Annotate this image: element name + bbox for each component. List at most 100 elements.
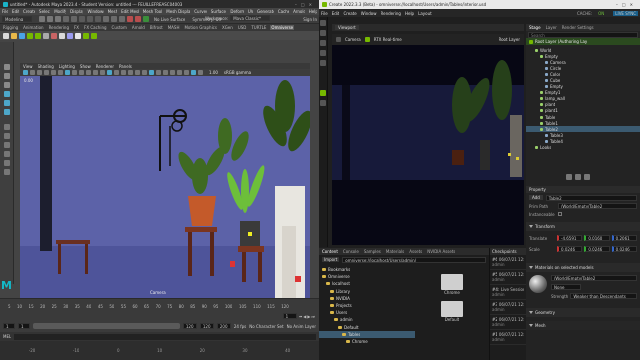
viewport-menu-view[interactable]: View bbox=[23, 64, 33, 69]
shelf-tab-turtle[interactable]: TURTLE bbox=[250, 25, 267, 30]
mode-selector[interactable]: Modeling bbox=[2, 16, 32, 22]
range-start-field[interactable]: 1 bbox=[3, 323, 15, 329]
folder-item[interactable]: Library bbox=[319, 288, 415, 295]
viewport-tool-21-icon[interactable] bbox=[163, 70, 168, 75]
viewport-tool-10-icon[interactable] bbox=[86, 70, 91, 75]
root-layer-row[interactable]: Root Layer (Authoring Lay bbox=[526, 38, 640, 45]
live-surface-label[interactable]: No Live Surface bbox=[154, 17, 185, 22]
create-menu-help[interactable]: Help bbox=[405, 11, 414, 16]
ipr-render-icon[interactable] bbox=[135, 16, 141, 22]
open-scene-icon[interactable] bbox=[47, 16, 53, 22]
viewport-tool-24-icon[interactable] bbox=[184, 70, 189, 75]
range-start2-field[interactable]: 1 bbox=[18, 323, 30, 329]
folder-item[interactable]: admin bbox=[319, 316, 415, 323]
paint-select-icon[interactable] bbox=[3, 82, 10, 88]
settings-icon[interactable] bbox=[336, 37, 341, 42]
menu-mesh[interactable]: Mesh bbox=[108, 9, 118, 14]
menu-windows[interactable]: Windows bbox=[87, 9, 103, 14]
menu-mesh-tools[interactable]: Mesh Tools bbox=[143, 9, 163, 14]
range-max-field[interactable]: 200 bbox=[216, 323, 231, 329]
undo-icon[interactable] bbox=[63, 16, 69, 22]
command-input[interactable] bbox=[14, 333, 316, 340]
viewport-tool-22-icon[interactable] bbox=[170, 70, 175, 75]
menu-display[interactable]: Display bbox=[70, 9, 83, 14]
shelf-tool-9-icon[interactable] bbox=[67, 32, 73, 39]
content-path-field[interactable]: omniverse://localhost/Users/admin/ bbox=[342, 256, 486, 263]
viewport-tool-4-icon[interactable] bbox=[44, 70, 49, 75]
menu-edit[interactable]: Edit bbox=[12, 9, 19, 14]
scale-icon[interactable] bbox=[320, 50, 326, 56]
folder-item[interactable]: Chrome bbox=[319, 338, 415, 345]
shelf-tab-omniverse[interactable]: Omniverse bbox=[270, 25, 295, 30]
viewport-tool-3-icon[interactable] bbox=[37, 70, 42, 75]
viewport-tool-19-icon[interactable] bbox=[149, 70, 154, 75]
playback-buttons-icon[interactable]: ⏮◀▶⏭ bbox=[299, 314, 316, 319]
viewport-tool-9-icon[interactable] bbox=[79, 70, 84, 75]
translate-y[interactable]: 0.0160 bbox=[584, 235, 610, 241]
live-sync-button[interactable]: LIVE SYNC bbox=[613, 10, 638, 16]
colorspace-field[interactable]: sRGB gamma bbox=[224, 70, 251, 75]
viewport-tool-11-icon[interactable] bbox=[93, 70, 98, 75]
scale-z[interactable]: 0.0246 bbox=[611, 246, 637, 252]
content-tab-assets[interactable]: Assets bbox=[409, 249, 422, 254]
play-icon[interactable] bbox=[320, 90, 326, 96]
shelf-tool-6-icon[interactable] bbox=[43, 32, 49, 39]
new-prim-icon[interactable] bbox=[566, 174, 572, 180]
create-viewport[interactable] bbox=[332, 45, 524, 245]
shelf-tool-8-icon[interactable] bbox=[59, 32, 65, 39]
shelf-tab-animation[interactable]: Animation bbox=[22, 25, 44, 30]
menu-modify[interactable]: Modify bbox=[54, 9, 66, 14]
checkpoint-item[interactable]: #6:06/07/21 12:58 PMadmin bbox=[490, 255, 526, 270]
menu-arnold[interactable]: Arnold bbox=[293, 9, 305, 14]
root-layer-button[interactable]: Root Layer bbox=[499, 37, 521, 42]
render-icon[interactable] bbox=[127, 16, 133, 22]
stage-tab-stage[interactable]: Stage bbox=[529, 25, 541, 30]
camera-button[interactable]: Camera bbox=[345, 37, 361, 42]
folder-item[interactable]: Tables bbox=[319, 330, 415, 338]
select-hierarchy-icon[interactable] bbox=[79, 16, 85, 22]
shelf-tool-11-icon[interactable] bbox=[83, 32, 89, 39]
shelf-tool-1-icon[interactable] bbox=[3, 32, 9, 39]
viewport-tool-7-icon[interactable] bbox=[65, 70, 70, 75]
options-icon[interactable] bbox=[584, 174, 590, 180]
viewport-tool-5-icon[interactable] bbox=[51, 70, 56, 75]
shelf-tool-2-icon[interactable] bbox=[11, 32, 17, 39]
range-end2-field[interactable]: 120 bbox=[199, 323, 214, 329]
shelf-tab-arnold[interactable]: Arnold bbox=[131, 25, 146, 30]
prim-name-field[interactable]: Table2 bbox=[545, 194, 637, 201]
lasso-tool-icon[interactable] bbox=[3, 73, 10, 79]
menu-surfaces[interactable]: Surfaces bbox=[211, 9, 227, 14]
snap-grid-icon[interactable] bbox=[103, 16, 109, 22]
anim-layer-selector[interactable]: No Anim Layer bbox=[287, 324, 316, 329]
shelf-tab-fx-caching[interactable]: FX Caching bbox=[83, 25, 107, 30]
folder-item[interactable]: Bookmarks bbox=[319, 266, 415, 273]
cache-state[interactable]: ON bbox=[598, 11, 604, 16]
shelf-tab-rendering[interactable]: Rendering bbox=[48, 25, 70, 30]
viewport-menu-shading[interactable]: Shading bbox=[38, 64, 54, 69]
checkpoint-item[interactable]: #5:06/07/21 12:58 PMadmin bbox=[490, 270, 526, 285]
folder-item[interactable]: Projects bbox=[319, 302, 415, 309]
scale-x[interactable]: 0.0246 bbox=[557, 246, 583, 252]
materials-header[interactable]: Materials on selected models bbox=[526, 263, 640, 272]
create-menu-edit[interactable]: Edit bbox=[332, 11, 340, 16]
create-menu-create[interactable]: Create bbox=[343, 11, 356, 16]
shelf-tool-7-icon[interactable] bbox=[51, 32, 57, 39]
folder-item[interactable]: Default bbox=[319, 324, 415, 331]
viewport-tool-1-icon[interactable] bbox=[23, 70, 28, 75]
shelf-tab-fx[interactable]: FX bbox=[73, 25, 80, 30]
fps-selector[interactable]: 24 fps bbox=[234, 324, 246, 329]
menu-generate[interactable]: Generate bbox=[257, 9, 274, 14]
create-menu-rendering[interactable]: Rendering bbox=[381, 11, 401, 16]
content-tab-nvidia-assets[interactable]: NVIDIA Assets bbox=[427, 249, 455, 254]
viewport-tool-14-icon[interactable] bbox=[114, 70, 119, 75]
time-slider[interactable]: 5 10 15 20 25 30 35 40 45 50 55 60 65 70 75 80 85 90 95 100… bbox=[0, 298, 319, 312]
checkpoint-item[interactable]: #1:06/07/21 12:58 PMadmin bbox=[490, 330, 526, 345]
shelf-tab-mash[interactable]: MASH bbox=[167, 25, 181, 30]
content-tab-content[interactable]: Content bbox=[322, 249, 338, 254]
checkpoint-item[interactable]: #4: Live Session admin bbox=[490, 285, 526, 300]
import-button[interactable]: Import bbox=[322, 257, 340, 262]
scale-tool-icon[interactable] bbox=[3, 109, 10, 115]
maya-viewport[interactable]: 0.00 Camera bbox=[20, 76, 310, 298]
viewport-tool-15-icon[interactable] bbox=[121, 70, 126, 75]
geometry-header[interactable]: Geometry bbox=[526, 308, 640, 317]
